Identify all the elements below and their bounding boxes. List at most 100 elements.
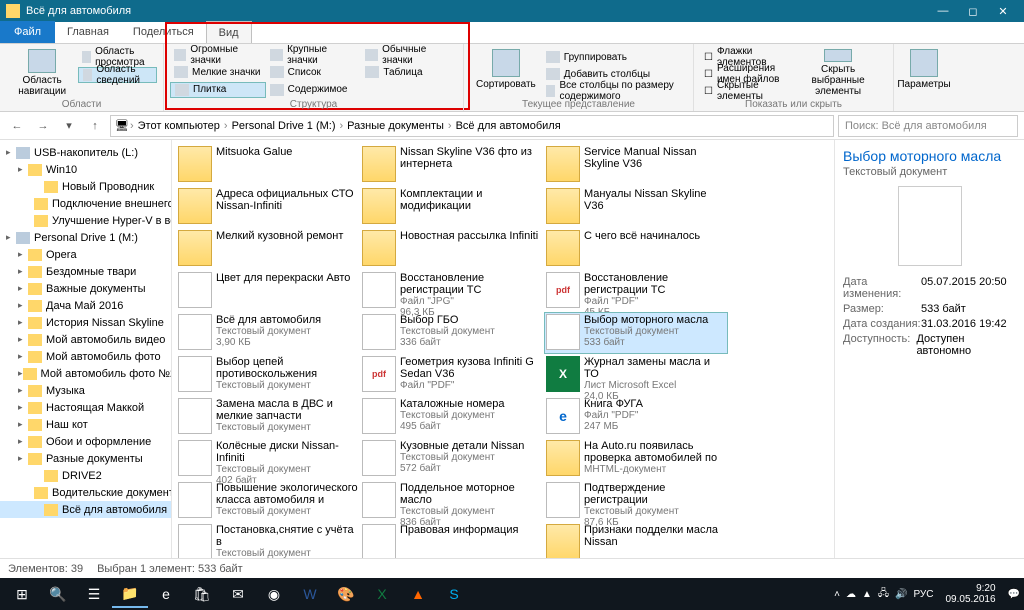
- file-tile[interactable]: eКнига ФУГАФайл "PDF"247 МБ: [544, 396, 728, 438]
- file-tile[interactable]: pdfГеометрия кузова Infiniti G Sedan V36…: [360, 354, 544, 396]
- nav-pane-button[interactable]: Область навигации: [6, 47, 78, 99]
- options-button[interactable]: Параметры: [900, 47, 948, 92]
- tree-node[interactable]: Подключение внешнего м: [0, 195, 171, 212]
- up-button[interactable]: ↑: [84, 115, 106, 137]
- hide-selected-button[interactable]: Скрыть выбранные элементы: [789, 47, 887, 99]
- file-tile[interactable]: Мелкий кузовной ремонт: [176, 228, 360, 270]
- tray-up-icon[interactable]: ˄: [834, 589, 840, 600]
- address-box[interactable]: 🖥› Этот компьютер› Personal Drive 1 (M:)…: [110, 115, 834, 137]
- layout-small[interactable]: Мелкие значки: [170, 64, 266, 80]
- tree-node[interactable]: ▸Opera: [0, 246, 171, 263]
- file-tile[interactable]: Nissan Skyline V36 фто из интернета: [360, 144, 544, 186]
- checkbox-hidden[interactable]: ☐ Скрытые элементы: [700, 83, 789, 99]
- file-tile[interactable]: Цвет для перекраски Авто: [176, 270, 360, 312]
- file-tile[interactable]: Колёсные диски Nissan-InfinitiТекстовый …: [176, 438, 360, 480]
- file-tile[interactable]: Признаки подделки масла Nissan: [544, 522, 728, 558]
- file-tile[interactable]: Мануалы Nissan Skyline V36: [544, 186, 728, 228]
- tree-node[interactable]: ▸Дача Май 2016: [0, 297, 171, 314]
- recent-button[interactable]: ▾: [58, 115, 80, 137]
- start-button[interactable]: ⊞: [4, 580, 40, 608]
- language-indicator[interactable]: РУС: [913, 589, 933, 600]
- sort-button[interactable]: Сортировать: [470, 47, 542, 99]
- preview-pane-button[interactable]: Область просмотра: [78, 49, 157, 65]
- taskview-icon[interactable]: ☰: [76, 580, 112, 608]
- file-tile[interactable]: С чего всё начиналось: [544, 228, 728, 270]
- tree-node[interactable]: Новый Проводник: [0, 178, 171, 195]
- file-tile[interactable]: Каталожные номераТекстовый документ495 б…: [360, 396, 544, 438]
- tree-node[interactable]: ▸Мой автомобиль видео: [0, 331, 171, 348]
- vlc-tray-icon[interactable]: ▲: [862, 589, 872, 600]
- edge-icon[interactable]: e: [148, 580, 184, 608]
- tree-node[interactable]: ▸История Nissan Skyline: [0, 314, 171, 331]
- chrome-icon[interactable]: ◉: [256, 580, 292, 608]
- tree-node[interactable]: ▸Музыка: [0, 382, 171, 399]
- clock[interactable]: 9:2009.05.2016: [939, 583, 1001, 605]
- file-tile[interactable]: Подтверждение регистрацииТекстовый докум…: [544, 480, 728, 522]
- tree-node[interactable]: ▸Мой автомобиль фото №2: [0, 365, 171, 382]
- file-tile[interactable]: Кузовные детали NissanТекстовый документ…: [360, 438, 544, 480]
- layout-list[interactable]: Список: [266, 64, 362, 80]
- file-tile[interactable]: Адреса официальных СТО Nissan-Infiniti: [176, 186, 360, 228]
- maximize-button[interactable]: ◻: [958, 0, 988, 22]
- store-icon[interactable]: 🛍: [184, 580, 220, 608]
- file-tile[interactable]: Правовая информация: [360, 522, 544, 558]
- tree-node[interactable]: ▸Win10: [0, 161, 171, 178]
- tree-node[interactable]: Водительские документы: [0, 484, 171, 501]
- layout-large[interactable]: Крупные значки: [266, 47, 362, 63]
- file-list[interactable]: Mitsuoka GalueNissan Skyline V36 фто из …: [172, 140, 834, 558]
- layout-details[interactable]: Таблица: [361, 64, 457, 80]
- forward-button[interactable]: →: [32, 115, 54, 137]
- explorer-icon[interactable]: 📁: [112, 580, 148, 608]
- tree-node[interactable]: ▸Настоящая Маккой: [0, 399, 171, 416]
- file-tile[interactable]: Всё для автомобиляТекстовый документ3,90…: [176, 312, 360, 354]
- file-tile[interactable]: Mitsuoka Galue: [176, 144, 360, 186]
- size-columns-button[interactable]: Все столбцы по размеру содержимого: [542, 83, 687, 99]
- onedrive-icon[interactable]: ☁: [846, 589, 856, 600]
- file-tile[interactable]: Поддельное моторное маслоТекстовый докум…: [360, 480, 544, 522]
- layout-content[interactable]: Содержимое: [266, 82, 362, 98]
- minimize-button[interactable]: —: [928, 0, 958, 22]
- file-tile[interactable]: Выбор ГБОТекстовый документ336 байт: [360, 312, 544, 354]
- file-tile[interactable]: Восстановление регистрации ТСФайл "JPG"9…: [360, 270, 544, 312]
- group-by-button[interactable]: Группировать: [542, 49, 687, 65]
- volume-icon[interactable]: 🔊: [895, 589, 907, 600]
- tab-share[interactable]: Поделиться: [121, 21, 206, 43]
- file-tile[interactable]: Постановка,снятие с учёта вТекстовый док…: [176, 522, 360, 558]
- tree-node[interactable]: DRIVE2: [0, 467, 171, 484]
- file-tile[interactable]: Комплектации и модификации: [360, 186, 544, 228]
- nav-tree[interactable]: ▸USB-накопитель (L:)▸Win10Новый Проводни…: [0, 140, 172, 558]
- search-input[interactable]: Поиск: Всё для автомобиля: [838, 115, 1018, 137]
- back-button[interactable]: ←: [6, 115, 28, 137]
- layout-tiles[interactable]: Плитка: [170, 82, 266, 98]
- file-tile[interactable]: Выбор цепей противоскольженияТекстовый д…: [176, 354, 360, 396]
- tab-file[interactable]: Файл: [0, 21, 55, 43]
- tree-node[interactable]: ▸Важные документы: [0, 280, 171, 297]
- layout-extra-large[interactable]: Огромные значки: [170, 47, 266, 63]
- tree-node[interactable]: Улучшение Hyper-V в вер: [0, 212, 171, 229]
- tree-node[interactable]: ▸Разные документы: [0, 450, 171, 467]
- details-pane-button[interactable]: Область сведений: [78, 67, 157, 83]
- file-tile[interactable]: Замена масла в ДВС и мелкие запчастиТекс…: [176, 396, 360, 438]
- network-icon[interactable]: 🖧: [878, 586, 889, 603]
- excel-icon[interactable]: X: [364, 580, 400, 608]
- search-icon[interactable]: 🔍: [40, 580, 76, 608]
- tree-node[interactable]: ▸USB-накопитель (L:): [0, 144, 171, 161]
- tree-node[interactable]: ▸Обои и оформление: [0, 433, 171, 450]
- file-tile[interactable]: XЖурнал замены масла и ТОЛист Microsoft …: [544, 354, 728, 396]
- mail-icon[interactable]: ✉: [220, 580, 256, 608]
- file-tile[interactable]: На Auto.ru появилась проверка автомобиле…: [544, 438, 728, 480]
- file-tile[interactable]: pdfВосстановление регистрации ТСФайл "PD…: [544, 270, 728, 312]
- paint-icon[interactable]: 🎨: [328, 580, 364, 608]
- tree-node[interactable]: Всё для автомобиля: [0, 501, 171, 518]
- vlc-icon[interactable]: ▲: [400, 580, 436, 608]
- tree-node[interactable]: ▸Personal Drive 1 (M:): [0, 229, 171, 246]
- file-tile[interactable]: Service Manual Nissan Skyline V36: [544, 144, 728, 186]
- layout-medium[interactable]: Обычные значки: [361, 47, 457, 63]
- file-tile[interactable]: Повышение экологического класса автомоби…: [176, 480, 360, 522]
- close-button[interactable]: ✕: [988, 0, 1018, 22]
- tree-node[interactable]: ▸Наш кот: [0, 416, 171, 433]
- system-tray[interactable]: ˄ ☁ ▲ 🖧 🔊 РУС 9:2009.05.2016 💬: [834, 583, 1020, 605]
- tab-view[interactable]: Вид: [206, 21, 252, 43]
- file-tile[interactable]: Новостная рассылка Infiniti: [360, 228, 544, 270]
- tree-node[interactable]: ▸Мой автомобиль фото: [0, 348, 171, 365]
